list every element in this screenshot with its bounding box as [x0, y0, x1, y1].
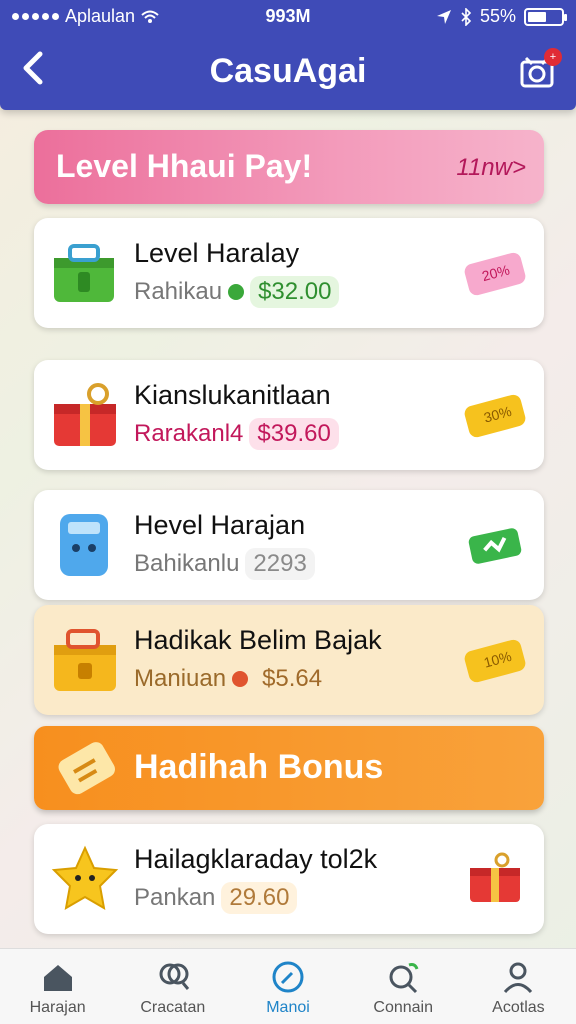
discount-tag-icon: 30% — [464, 394, 526, 438]
card-price: $32.00 — [250, 276, 340, 308]
card-sub: Rahikau $32.00 — [134, 276, 340, 308]
card-price: $39.60 — [249, 418, 339, 450]
nav-item-profile[interactable]: Acotlas — [461, 949, 576, 1024]
card-sub-label: Rahikau — [134, 278, 223, 305]
bluetooth-icon — [461, 7, 472, 26]
reward-card[interactable]: Hadikak Belim Bajak Maniuan $5.64 10% — [34, 605, 544, 715]
reward-card[interactable]: Hevel Harajan Bahikanlu 2293 — [34, 490, 544, 600]
card-sub: Bahikanlu 2293 — [134, 548, 315, 580]
page-title: CasuAgai — [209, 52, 367, 90]
card-name: Hadikak Belim Bajak — [134, 625, 382, 655]
reward-card[interactable]: Kianslukanitlaan Rarakanl4 $39.60 30% — [34, 360, 544, 470]
profile-icon — [504, 962, 533, 994]
yellow-star-icon — [51, 845, 119, 910]
magnifier-leaf-icon — [389, 963, 419, 994]
bonus-text: Hadihah Bonus — [134, 748, 384, 786]
reward-card[interactable]: Level Haralay Rahikau $32.00 20% — [34, 218, 544, 328]
card-price: 29.60 — [221, 882, 298, 914]
banner-link[interactable]: 11nw> — [456, 154, 526, 182]
yellow-box-icon — [54, 629, 116, 691]
nav-label: Cracatan — [140, 999, 206, 1016]
nav-label: Connain — [373, 999, 434, 1016]
card-sub-label: Pankan — [134, 884, 216, 911]
banner-text: Level Hhaui Pay! — [56, 148, 313, 184]
nav-label: Manoi — [266, 999, 310, 1016]
card-sub: Rarakanl4 $39.60 — [134, 418, 339, 450]
card-price: $5.64 — [254, 663, 331, 695]
discount-tag-icon: 10% — [464, 639, 526, 683]
nav-item-compass[interactable]: Manoi — [230, 949, 345, 1024]
nav-item-search[interactable]: Cracatan — [115, 949, 230, 1024]
card-sub: Pankan 29.60 — [134, 882, 298, 914]
blue-robot-icon — [60, 514, 108, 576]
top-bar: Aplaulan 993M 55% CasuAgai + — [0, 0, 576, 110]
card-sub-label: Maniuan — [134, 665, 227, 692]
notification-badge: + — [544, 48, 562, 66]
card-price: 2293 — [245, 548, 315, 580]
bonus-button[interactable]: Hadihah Bonus — [34, 726, 544, 810]
location-icon — [436, 9, 451, 24]
compass-icon — [272, 961, 304, 993]
card-name: Hevel Harajan — [134, 510, 306, 540]
status-right: 55% — [436, 6, 567, 27]
card-name: Kianslukanitlaan — [134, 380, 331, 410]
card-sub-label: Bahikanlu — [134, 550, 240, 577]
card-sub-label: Rarakanl4 — [134, 420, 244, 447]
home-icon — [43, 965, 72, 991]
bottom-nav: Harajan Cracatan Manoi Connain Acotlas — [0, 948, 576, 1024]
card-name: Hailagklaraday tol2k — [134, 844, 378, 874]
search-icon — [159, 963, 189, 990]
reward-card[interactable]: Hailagklaraday tol2k Pankan 29.60 — [34, 824, 544, 934]
red-gift-icon — [470, 852, 520, 902]
discount-tag-icon — [468, 528, 522, 564]
discount-tag-icon: 20% — [464, 252, 526, 296]
nav-label: Acotlas — [492, 999, 545, 1016]
level-banner[interactable]: Level Hhaui Pay! 11nw> — [34, 130, 544, 204]
nav-item-home[interactable]: Harajan — [0, 949, 115, 1024]
card-sub: Maniuan $5.64 — [134, 663, 331, 695]
nav-item-connect[interactable]: Connain — [346, 949, 461, 1024]
battery-fill — [528, 11, 546, 22]
battery-icon — [524, 7, 567, 26]
status-dot — [232, 671, 249, 687]
battery-percent: 55% — [479, 6, 516, 26]
ticket-icon — [58, 742, 115, 795]
card-name: Level Haralay — [134, 238, 300, 268]
status-dot — [228, 284, 245, 300]
red-gift-icon — [54, 383, 116, 446]
status-bar: Aplaulan 993M 55% — [0, 6, 576, 28]
nav-label: Harajan — [29, 999, 86, 1016]
green-box-icon — [54, 244, 114, 302]
